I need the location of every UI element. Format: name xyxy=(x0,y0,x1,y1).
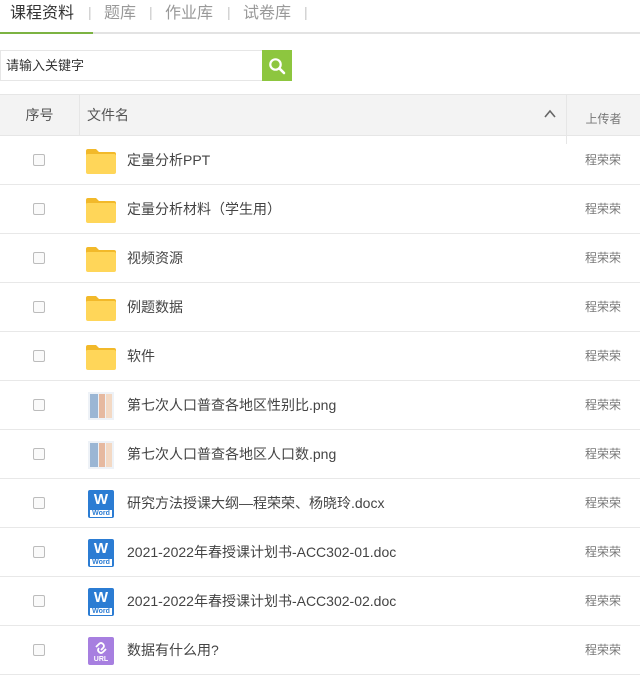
search-icon xyxy=(269,58,286,75)
active-tab-indicator xyxy=(0,32,93,34)
link-icon: URL xyxy=(85,636,117,666)
uploader-name: 程荣荣 xyxy=(584,643,621,657)
tab-separator: | xyxy=(88,4,92,20)
search-input[interactable] xyxy=(0,50,262,81)
tab-bar: 课程资料 | 题库 | 作业库 | 试卷库 | xyxy=(0,0,640,34)
tab-course-materials[interactable]: 课程资料 xyxy=(10,2,74,30)
word-icon-letter: W xyxy=(93,491,109,508)
chevron-up-icon[interactable] xyxy=(543,107,557,121)
tab-separator: | xyxy=(304,4,308,20)
file-name[interactable]: 研究方法授课大纲—程荣荣、杨晓玲.docx xyxy=(127,479,384,528)
search-bar xyxy=(0,50,292,81)
word-icon-letter: W xyxy=(93,589,109,606)
search-button[interactable] xyxy=(262,50,292,81)
table-row[interactable]: W Word 2021-2022年春授课计划书-ACC302-01.doc 程荣荣 xyxy=(0,528,640,577)
table-row[interactable]: URL 数据有什么用? 程荣荣 xyxy=(0,626,640,675)
row-checkbox[interactable] xyxy=(33,154,45,166)
file-name[interactable]: 2021-2022年春授课计划书-ACC302-02.doc xyxy=(127,577,396,626)
table-row[interactable]: W Word 研究方法授课大纲—程荣荣、杨晓玲.docx 程荣荣 xyxy=(0,479,640,528)
tab-exam-bank[interactable]: 试卷库 xyxy=(243,2,291,30)
image-file-icon xyxy=(85,440,117,470)
row-checkbox[interactable] xyxy=(33,595,45,607)
file-name[interactable]: 定量分析材料（学生用） xyxy=(127,185,281,234)
tab-homework-bank[interactable]: 作业库 xyxy=(165,2,213,30)
row-checkbox[interactable] xyxy=(33,399,45,411)
word-icon-letter: W xyxy=(93,540,109,557)
row-checkbox[interactable] xyxy=(33,252,45,264)
uploader-name: 程荣荣 xyxy=(584,300,621,314)
file-type-tag: Word xyxy=(92,608,110,615)
table-row[interactable]: 软件 程荣荣 xyxy=(0,332,640,381)
table-row[interactable]: 例题数据 程荣荣 xyxy=(0,283,640,332)
table-row[interactable]: 第七次人口普查各地区性别比.png 程荣荣 xyxy=(0,381,640,430)
table-row[interactable]: 定量分析材料（学生用） 程荣荣 xyxy=(0,185,640,234)
tab-separator: | xyxy=(149,4,153,20)
table-row[interactable]: 视频资源 程荣荣 xyxy=(0,234,640,283)
row-checkbox[interactable] xyxy=(33,350,45,362)
uploader-name: 程荣荣 xyxy=(584,594,621,608)
row-checkbox[interactable] xyxy=(33,546,45,558)
uploader-name: 程荣荣 xyxy=(584,447,621,461)
file-table: 序号 文件名 上传者 定量分析PPT 程荣荣 定量分析材料（学生用） 程荣荣 视频资源程… xyxy=(0,94,640,675)
table-row[interactable]: W Word 2021-2022年春授课计划书-ACC302-02.doc 程荣荣 xyxy=(0,577,640,626)
table-row[interactable]: 定量分析PPT 程荣荣 xyxy=(0,136,640,185)
file-type-tag: Word xyxy=(92,510,110,517)
column-header-filename[interactable]: 文件名 xyxy=(87,95,129,135)
uploader-name: 程荣荣 xyxy=(584,398,621,412)
tab-separator: | xyxy=(227,4,231,20)
folder-icon xyxy=(85,146,117,176)
file-name[interactable]: 视频资源 xyxy=(127,234,183,283)
file-type-tag: URL xyxy=(93,656,109,663)
folder-icon xyxy=(85,293,117,323)
uploader-name: 程荣荣 xyxy=(584,545,621,559)
table-row[interactable]: 第七次人口普查各地区人口数.png 程荣荣 xyxy=(0,430,640,479)
file-name[interactable]: 定量分析PPT xyxy=(127,136,210,185)
row-checkbox[interactable] xyxy=(33,301,45,313)
file-name[interactable]: 2021-2022年春授课计划书-ACC302-01.doc xyxy=(127,528,396,577)
word-doc-icon: W Word xyxy=(85,538,117,568)
uploader-name: 程荣荣 xyxy=(584,496,621,510)
tab-question-bank[interactable]: 题库 xyxy=(104,2,136,30)
folder-icon xyxy=(85,342,117,372)
file-name[interactable]: 数据有什么用? xyxy=(127,626,219,675)
uploader-name: 程荣荣 xyxy=(584,202,621,216)
column-header-seq: 序号 xyxy=(0,95,80,135)
uploader-name: 程荣荣 xyxy=(584,349,621,363)
row-checkbox[interactable] xyxy=(33,497,45,509)
file-name[interactable]: 例题数据 xyxy=(127,283,183,332)
word-doc-icon: W Word xyxy=(85,489,117,519)
row-checkbox[interactable] xyxy=(33,203,45,215)
image-file-icon xyxy=(85,391,117,421)
table-body: 定量分析PPT 程荣荣 定量分析材料（学生用） 程荣荣 视频资源 程荣荣 例题数据 程荣荣 软件… xyxy=(0,136,640,675)
uploader-name: 程荣荣 xyxy=(584,153,621,167)
word-doc-icon: W Word xyxy=(85,587,117,617)
table-header: 序号 文件名 上传者 xyxy=(0,94,640,144)
file-type-tag: Word xyxy=(92,559,110,566)
folder-icon xyxy=(85,244,117,274)
uploader-name: 程荣荣 xyxy=(584,251,621,265)
row-checkbox[interactable] xyxy=(33,644,45,656)
row-checkbox[interactable] xyxy=(33,448,45,460)
file-name[interactable]: 第七次人口普查各地区性别比.png xyxy=(127,381,336,430)
file-name[interactable]: 第七次人口普查各地区人口数.png xyxy=(127,430,336,479)
folder-icon xyxy=(85,195,117,225)
file-name[interactable]: 软件 xyxy=(127,332,155,381)
